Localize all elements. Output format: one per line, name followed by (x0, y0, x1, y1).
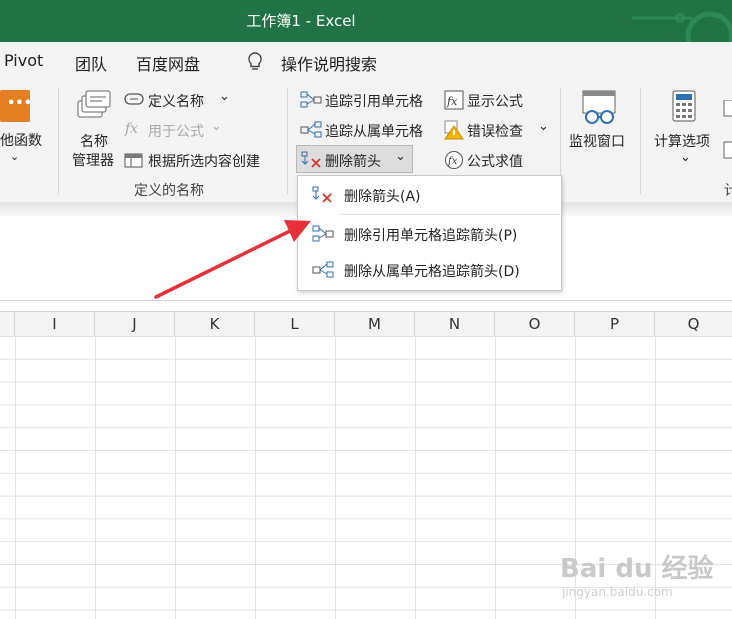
watermark-logo: Bai du 经验 (560, 554, 714, 584)
annotation-arrow-icon (154, 220, 311, 299)
watermark-url: jingyan.baidu.com (562, 585, 673, 599)
